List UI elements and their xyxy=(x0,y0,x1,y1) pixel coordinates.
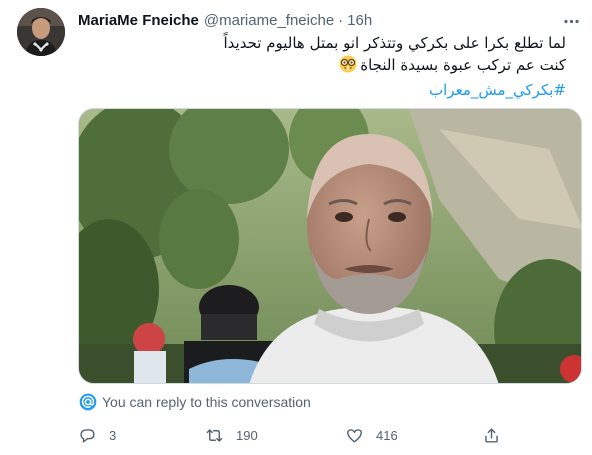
photo-image xyxy=(79,109,581,383)
tweet-header: MariaMe Fneiche @mariame_fneiche · 16h xyxy=(78,10,372,30)
reply-notice: You can reply to this conversation xyxy=(78,392,311,412)
tweet-timestamp[interactable]: 16h xyxy=(347,12,372,29)
author-handle[interactable]: @mariame_fneiche xyxy=(204,12,334,29)
reply-notice-text: You can reply to this conversation xyxy=(102,394,311,410)
retweet-button[interactable]: 190 xyxy=(205,423,258,447)
tweet-actions: 3 190 416 xyxy=(70,423,510,447)
retweet-icon xyxy=(206,428,223,442)
at-sign-icon xyxy=(79,393,97,411)
tweet-photo[interactable] xyxy=(78,108,582,384)
retweet-count: 190 xyxy=(236,427,258,443)
avatar[interactable] xyxy=(17,8,65,56)
more-options-button[interactable] xyxy=(558,8,584,34)
tweet-text-line-2: كنت عم تركب عبوة بسيدة النجاة xyxy=(360,56,566,74)
like-count: 416 xyxy=(376,427,398,443)
separator-dot: · xyxy=(338,11,344,29)
nerd-face-emoji-icon xyxy=(339,55,357,79)
reply-icon xyxy=(80,428,95,443)
like-button[interactable]: 416 xyxy=(345,423,398,447)
tweet-text-line-1: لما تطلع بكرا على بكركي وتتذكر انو بمتل … xyxy=(223,34,566,52)
reply-count: 3 xyxy=(109,427,117,443)
share-icon xyxy=(485,427,498,443)
share-button[interactable] xyxy=(482,423,501,447)
tweet-card[interactable]: MariaMe Fneiche @mariame_fneiche · 16h ل… xyxy=(0,0,592,455)
hashtag-link[interactable]: #بكركي_مش_معراب xyxy=(78,79,566,101)
author-name[interactable]: MariaMe Fneiche xyxy=(78,12,199,29)
reply-button[interactable]: 3 xyxy=(78,423,116,447)
heart-icon xyxy=(347,428,362,443)
tweet-text: لما تطلع بكرا على بكركي وتتذكر انو بمتل … xyxy=(78,32,566,101)
avatar-image xyxy=(17,8,65,56)
tweet-text-line-2-wrapper: كنت عم تركب عبوة بسيدة النجاة xyxy=(78,54,566,79)
more-icon xyxy=(563,19,579,23)
